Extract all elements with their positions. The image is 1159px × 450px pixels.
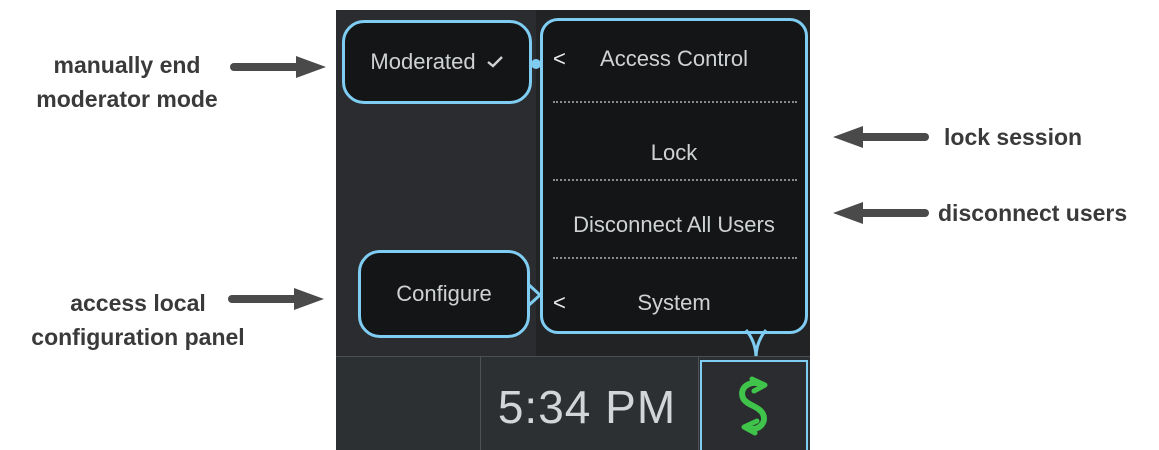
menu-item-label: System <box>637 290 711 315</box>
callout-line: moderator mode <box>36 86 218 112</box>
callout-lock-session: lock session <box>944 124 1083 150</box>
device-screen: Moderated Configure < Access Control Loc… <box>336 10 810 450</box>
arrow-left-icon <box>833 202 929 224</box>
moderated-label: Moderated <box>370 49 476 74</box>
menu-item-disconnect-all[interactable]: Disconnect All Users <box>543 187 805 263</box>
solstice-menu-button[interactable] <box>700 360 808 450</box>
menu-divider <box>553 179 797 181</box>
solstice-logo-icon <box>739 376 768 436</box>
checkmark-icon <box>486 56 503 68</box>
callout-disconnect-users: disconnect users <box>938 200 1128 226</box>
access-control-menu: < Access Control Lock Disconnect All Use… <box>540 18 808 334</box>
callout-line: configuration panel <box>31 324 245 350</box>
menu-item-label: Access Control <box>600 46 748 71</box>
callout-end-moderator: manually end moderator mode <box>22 48 232 116</box>
menu-item-access-control[interactable]: < Access Control <box>543 21 805 97</box>
chevron-left-icon: < <box>553 290 566 315</box>
menu-item-label: Disconnect All Users <box>573 212 775 237</box>
menu-divider <box>553 101 797 103</box>
clock-display: 5:34 PM <box>497 381 677 433</box>
taskbar-divider <box>480 356 481 450</box>
chevron-left-icon: < <box>553 46 566 71</box>
menu-item-label: Lock <box>650 140 698 165</box>
taskbar-divider <box>698 356 699 450</box>
moderated-button[interactable]: Moderated <box>342 20 532 104</box>
menu-divider <box>553 257 797 259</box>
arrow-right-icon <box>228 288 324 310</box>
configure-button[interactable]: Configure <box>358 250 530 338</box>
arrow-right-icon <box>230 56 326 78</box>
callout-line: manually end <box>53 52 201 78</box>
configure-label: Configure <box>396 281 492 306</box>
arrow-left-icon <box>833 126 929 148</box>
